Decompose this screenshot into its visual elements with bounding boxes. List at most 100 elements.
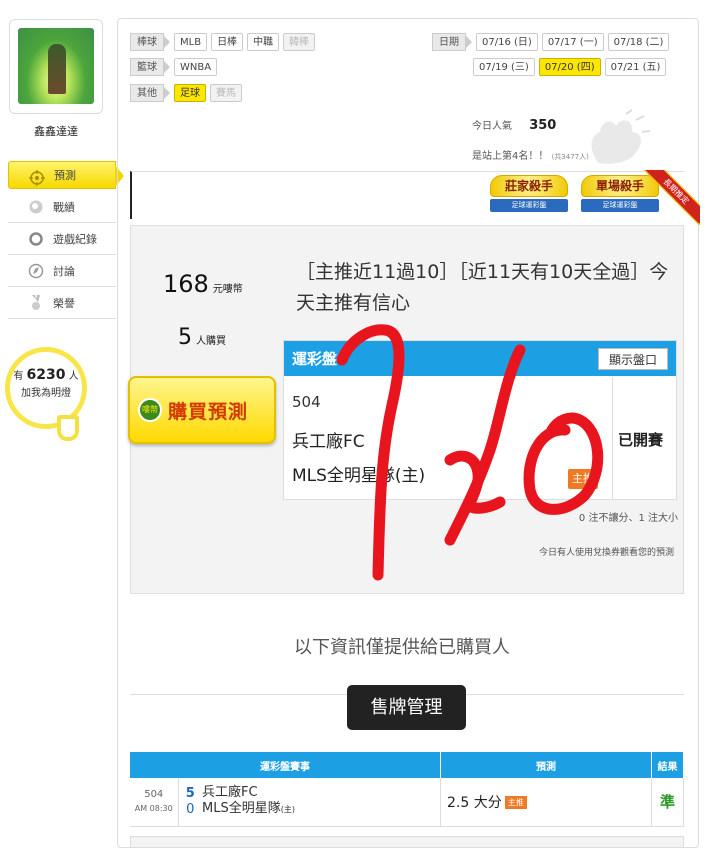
follower-prefix: 有 [13,371,24,382]
results-header-row: 運彩盤賽事 預測 結果 [130,752,684,778]
buyer-count-unit: 人購買 [196,336,226,347]
filter-category-date: 日期 [432,33,472,51]
game-number: 504 [292,393,321,411]
buyer-count-value: 5 [178,325,192,350]
team-home: MLS全明星隊(主) [292,466,426,486]
sidebar-item-label: 榮譽 [53,296,75,310]
lottery-card: 運彩盤 顯示盤口 504 兵工廠FC MLS全明星隊(主) 主推 已開賽 [283,340,677,500]
bet-summary: 0 注不讓分、1 注大小 [578,513,678,524]
date-0718[interactable]: 07/18 (二) [607,33,670,51]
score-home: 0 [186,801,195,817]
lottery-title: 運彩盤 [292,350,338,368]
badge-subtitle: 足球運彩盤 [490,199,568,212]
price: 168 元嘍幣 [163,270,243,298]
buyer-count: 5 人購買 [178,325,226,350]
circle-icon [29,232,43,246]
filter-cpbl[interactable]: 中職 [247,33,280,51]
hand-decoration-icon [591,109,651,164]
date-0720[interactable]: 07/20 (四) [538,58,601,76]
row-pick: 2.5 大分 [447,794,502,811]
sidebar-item-honor[interactable]: 榮譽 [8,287,116,319]
price-unit: 元嘍幣 [212,284,243,295]
coin-icon: 嘍幣 [138,398,162,422]
host-pick-tag: 主推 [568,469,598,489]
corner-ribbon: 長期推定 [644,170,700,226]
filter-baseball: 棒球 MLB 日棒 中職 韓棒 [130,33,319,51]
column-divider [612,377,613,500]
voucher-note: 今日有人使用兌換券觀看您的預測 [538,548,674,558]
buy-prediction-button[interactable]: 嘍幣 購買預測 [128,376,276,444]
row-game-number: 504 [144,788,164,800]
follower-count-line: 有 6230 人 [10,367,82,383]
filter-npb[interactable]: 日棒 [211,33,244,51]
sidebar-item-discussion[interactable]: 討論 [8,255,116,287]
filter-category-other: 其他 [130,84,170,102]
sidebar-item-label: 討論 [53,264,75,278]
sidebar-item-label: 戰績 [53,200,75,214]
filter-kbo[interactable]: 韓棒 [283,33,316,51]
next-section-edge [130,836,684,848]
rank-text: 是站上第4名！！ [472,151,549,162]
popularity: 今日人氣 350 [472,117,556,133]
corner-ribbon-label: 長期推定 [644,170,700,226]
row-scores: 5 0 [178,778,202,827]
filter-wnba[interactable]: WNBA [174,58,218,76]
filter-date-row-1: 日期 07/16 (日) 07/17 (一) 07/18 (二) [432,33,673,51]
row-team-away: 兵工廠FC [202,785,258,801]
filter-category-baseball: 棒球 [130,33,170,51]
header-event: 運彩盤賽事 [130,752,441,778]
sidebar-menu: 預測 戰績 遊戲紀錄 討論 榮譽 [8,161,124,319]
user-name: 鑫鑫達達 [34,125,78,138]
badge-title: 莊家殺手 [490,175,568,197]
follow-caption: 加我為明燈 [21,388,71,399]
buy-prediction-label: 購買預測 [168,400,249,423]
sidebar-item-label: 遊戲紀錄 [53,232,97,246]
sidebar-item-label: 預測 [54,169,76,182]
compass-icon [28,263,44,279]
ticket-management-button[interactable]: 售牌管理 [347,685,466,730]
table-row: 504 AM 08:30 5 0 兵工廠FC MLS全明星隊(主) 2.5 大分… [130,778,684,827]
follower-count: 6230 [26,367,66,383]
team-away: 兵工廠FC [292,432,365,452]
row-result: 準 [651,778,684,827]
filter-basketball: 籃球 WNBA [130,58,221,76]
row-team-home: MLS全明星隊 [202,801,281,817]
sidebar-item-predict[interactable]: 預測 [8,161,124,189]
avatar[interactable] [9,19,103,114]
filter-mlb[interactable]: MLB [174,33,208,51]
popularity-value: 350 [529,118,557,133]
medal-icon [32,295,40,310]
row-pick-tag: 主推 [504,796,527,810]
row-meta: 504 AM 08:30 [130,778,179,827]
filter-category-basketball: 籃球 [130,58,170,76]
popularity-label: 今日人氣 [472,121,512,132]
filter-soccer[interactable]: 足球 [174,84,206,102]
buyers-only-note: 以下資訊僅提供給已購買人 [294,637,510,658]
prediction-headline: ［主推近11過10］［近11天有10天全過］今天主推有信心 [296,261,669,314]
home-mark: (主) [280,805,295,815]
match-status: 已開賽 [618,431,664,449]
date-0717[interactable]: 07/17 (一) [541,33,604,51]
bulb-base-icon [57,415,79,441]
rank-line: 是站上第4名！！ (共3477人) [472,147,589,162]
avatar-image [18,28,94,104]
results-table: 運彩盤賽事 預測 結果 504 AM 08:30 5 0 兵工廠FC MLS全明… [130,752,684,827]
filter-horse-racing[interactable]: 賽馬 [210,84,242,102]
row-prediction: 2.5 大分 主推 [440,778,652,827]
header-prediction: 預測 [440,752,652,778]
show-odds-button[interactable]: 顯示盤口 [597,347,668,370]
row-teams: 兵工廠FC MLS全明星隊(主) [202,778,441,827]
date-0719[interactable]: 07/19 (三) [473,58,535,76]
badge-banker-killer: 莊家殺手 足球運彩盤 [490,175,568,215]
sidebar-item-record[interactable]: 戰績 [8,191,116,223]
chat-bubble-icon [29,200,43,214]
follower-unit: 人 [68,371,79,382]
price-value: 168 [163,270,209,298]
row-time: AM 08:30 [134,803,173,813]
target-icon [29,170,45,186]
filter-other: 其他 足球 賽馬 [130,84,246,102]
header-result: 結果 [651,752,684,778]
date-0721[interactable]: 07/21 (五) [604,58,667,76]
sidebar-item-game-log[interactable]: 遊戲紀錄 [8,223,116,255]
date-0716[interactable]: 07/16 (日) [476,33,538,51]
